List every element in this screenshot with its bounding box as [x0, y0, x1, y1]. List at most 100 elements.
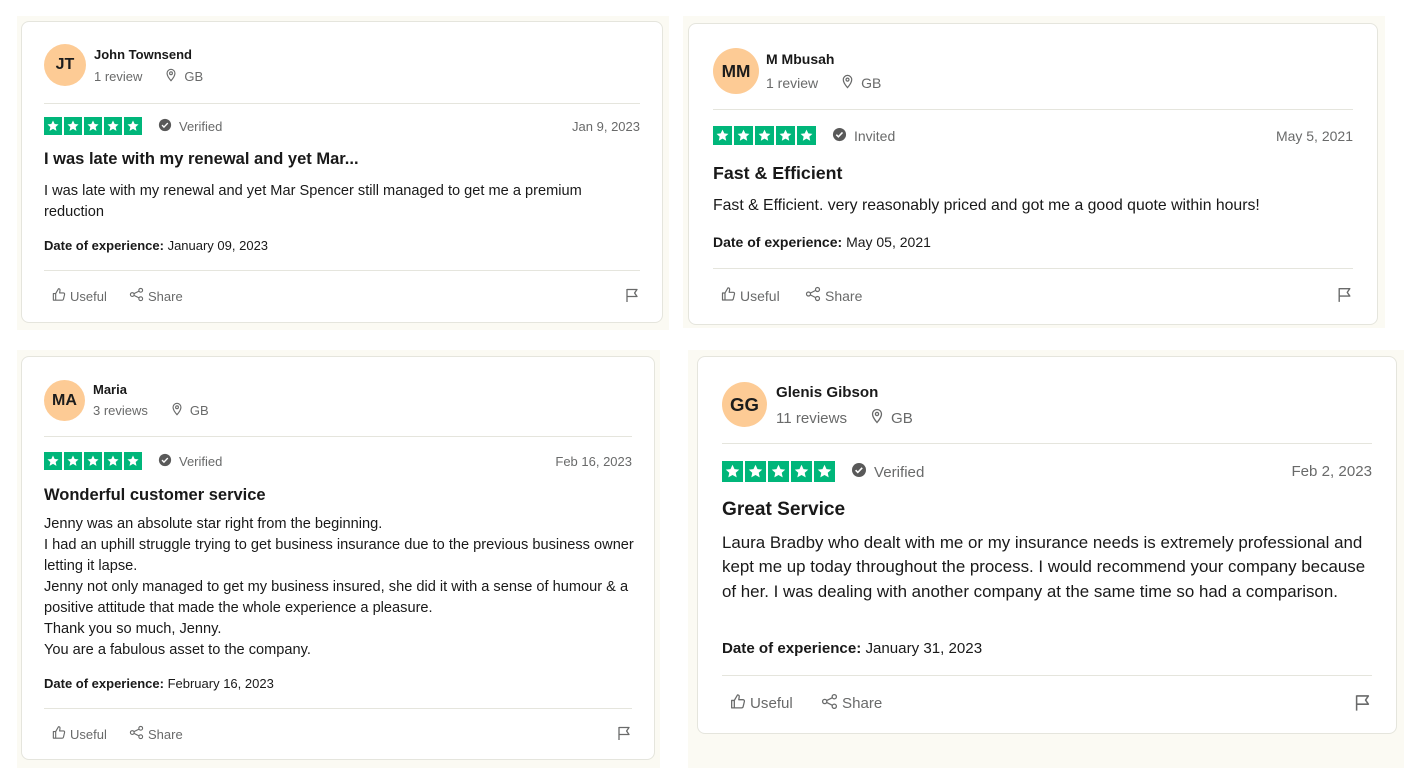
star-icon	[124, 452, 142, 470]
thumbs-up-icon	[729, 693, 750, 714]
thumbs-up-icon	[51, 725, 70, 743]
flag-icon[interactable]	[1353, 693, 1372, 718]
share-icon	[821, 693, 842, 714]
share-icon	[129, 725, 148, 743]
review-count: 1 review	[94, 69, 143, 84]
useful-label: Useful	[740, 287, 780, 304]
reviewer-avatar[interactable]: GG	[722, 382, 767, 427]
review-paragraph: Fast & Efficient. very reasonably priced…	[713, 197, 1260, 214]
share-label: Share	[825, 287, 863, 304]
star-rating	[722, 461, 835, 482]
status-label: Verified	[179, 119, 223, 134]
review-paragraph: Jenny not only managed to get my busines…	[44, 579, 629, 616]
share-label: Share	[148, 726, 183, 742]
star-icon	[44, 452, 62, 470]
experience-date: February 16, 2023	[167, 676, 274, 691]
review-paragraph: I had an uphill struggle trying to get b…	[44, 537, 634, 574]
star-icon	[745, 461, 766, 482]
header-divider	[722, 443, 1372, 444]
status-label: Verified	[179, 454, 223, 469]
review-status[interactable]: Invited	[832, 127, 895, 145]
location-pin-icon	[170, 402, 184, 419]
review-body: I was late with my renewal and yet Mar S…	[44, 181, 634, 223]
review-paragraph: You are a fabulous asset to the company.	[44, 642, 311, 658]
footer-divider	[44, 708, 632, 709]
date-of-experience: Date of experience: January 09, 2023	[44, 238, 268, 253]
date-of-experience: Date of experience: January 31, 2023	[722, 640, 982, 657]
location-pin-icon	[164, 68, 178, 85]
share-icon	[805, 286, 825, 305]
flag-icon[interactable]	[616, 725, 632, 747]
star-icon	[104, 117, 122, 135]
star-icon	[84, 452, 102, 470]
share-button[interactable]: Share	[129, 725, 183, 743]
useful-button[interactable]: Useful	[51, 725, 107, 743]
reviewer-avatar[interactable]: JT	[44, 44, 86, 86]
check-circle-icon	[832, 127, 847, 145]
review-body: Fast & Efficient. very reasonably priced…	[713, 195, 1353, 218]
location-pin-icon	[840, 74, 855, 92]
review-card	[21, 21, 663, 323]
star-icon	[797, 126, 816, 145]
experience-date: January 31, 2023	[865, 640, 983, 657]
review-title[interactable]: Fast & Efficient	[713, 163, 842, 184]
star-icon	[814, 461, 835, 482]
flag-icon[interactable]	[624, 287, 640, 309]
experience-label: Date of experience:	[44, 676, 164, 691]
review-body: Jenny was an absolute star right from th…	[44, 514, 634, 661]
review-title[interactable]: Great Service	[722, 499, 845, 521]
review-status[interactable]: Verified	[851, 462, 924, 482]
reviewer-avatar[interactable]: MA	[44, 380, 85, 421]
review-count: 1 review	[766, 75, 819, 91]
review-title[interactable]: Wonderful customer service	[44, 486, 266, 505]
useful-label: Useful	[70, 288, 107, 304]
reviewer-meta: 1 review GB	[94, 68, 203, 85]
star-rating	[44, 117, 142, 135]
check-circle-icon	[851, 462, 867, 482]
header-divider	[44, 436, 632, 437]
review-status[interactable]: Verified	[158, 453, 222, 470]
reviewer-country: GB	[891, 409, 913, 427]
share-button[interactable]: Share	[821, 693, 882, 714]
useful-button[interactable]: Useful	[720, 286, 780, 305]
review-count: 11 reviews	[776, 409, 848, 427]
flag-icon[interactable]	[1336, 286, 1353, 309]
date-of-experience: Date of experience: May 05, 2021	[713, 234, 931, 250]
review-body: Laura Bradby who dealt with me or my ins…	[722, 531, 1372, 604]
share-button[interactable]: Share	[805, 286, 862, 305]
share-icon	[129, 287, 148, 305]
thumbs-up-icon	[51, 287, 70, 305]
review-paragraph: Thank you so much, Jenny.	[44, 621, 222, 637]
review-count: 3 reviews	[93, 403, 148, 418]
useful-button[interactable]: Useful	[729, 693, 793, 714]
review-status[interactable]: Verified	[158, 118, 222, 135]
reviewer-country: GB	[189, 403, 209, 418]
date-of-experience: Date of experience: February 16, 2023	[44, 676, 274, 691]
useful-label: Useful	[70, 726, 107, 742]
star-icon	[713, 126, 732, 145]
thumbs-up-icon	[720, 286, 740, 305]
reviewer-meta: 1 review GB	[766, 74, 881, 92]
reviewer-country: GB	[184, 69, 204, 84]
review-title[interactable]: I was late with my renewal and yet Mar..…	[44, 150, 359, 169]
useful-button[interactable]: Useful	[51, 287, 107, 305]
star-rating	[44, 452, 142, 470]
status-label: Invited	[854, 128, 896, 144]
reviewer-name[interactable]: Glenis Gibson	[776, 384, 878, 401]
useful-label: Useful	[750, 695, 793, 712]
footer-divider	[713, 268, 1353, 269]
reviewer-name[interactable]: Maria	[93, 382, 127, 397]
star-icon	[734, 126, 753, 145]
reviewer-name[interactable]: M Mbusah	[766, 51, 834, 67]
share-button[interactable]: Share	[129, 287, 183, 305]
review-date: Feb 16, 2023	[555, 454, 632, 469]
footer-divider	[44, 270, 640, 271]
review-date: Feb 2, 2023	[1291, 463, 1372, 480]
reviewer-country: GB	[861, 75, 882, 91]
star-icon	[44, 117, 62, 135]
status-label: Verified	[874, 463, 925, 481]
review-paragraph: Laura Bradby who dealt with me or my ins…	[722, 533, 1366, 601]
reviewer-avatar[interactable]: MM	[713, 48, 759, 94]
header-divider	[713, 109, 1353, 110]
reviewer-name[interactable]: John Townsend	[94, 47, 192, 62]
